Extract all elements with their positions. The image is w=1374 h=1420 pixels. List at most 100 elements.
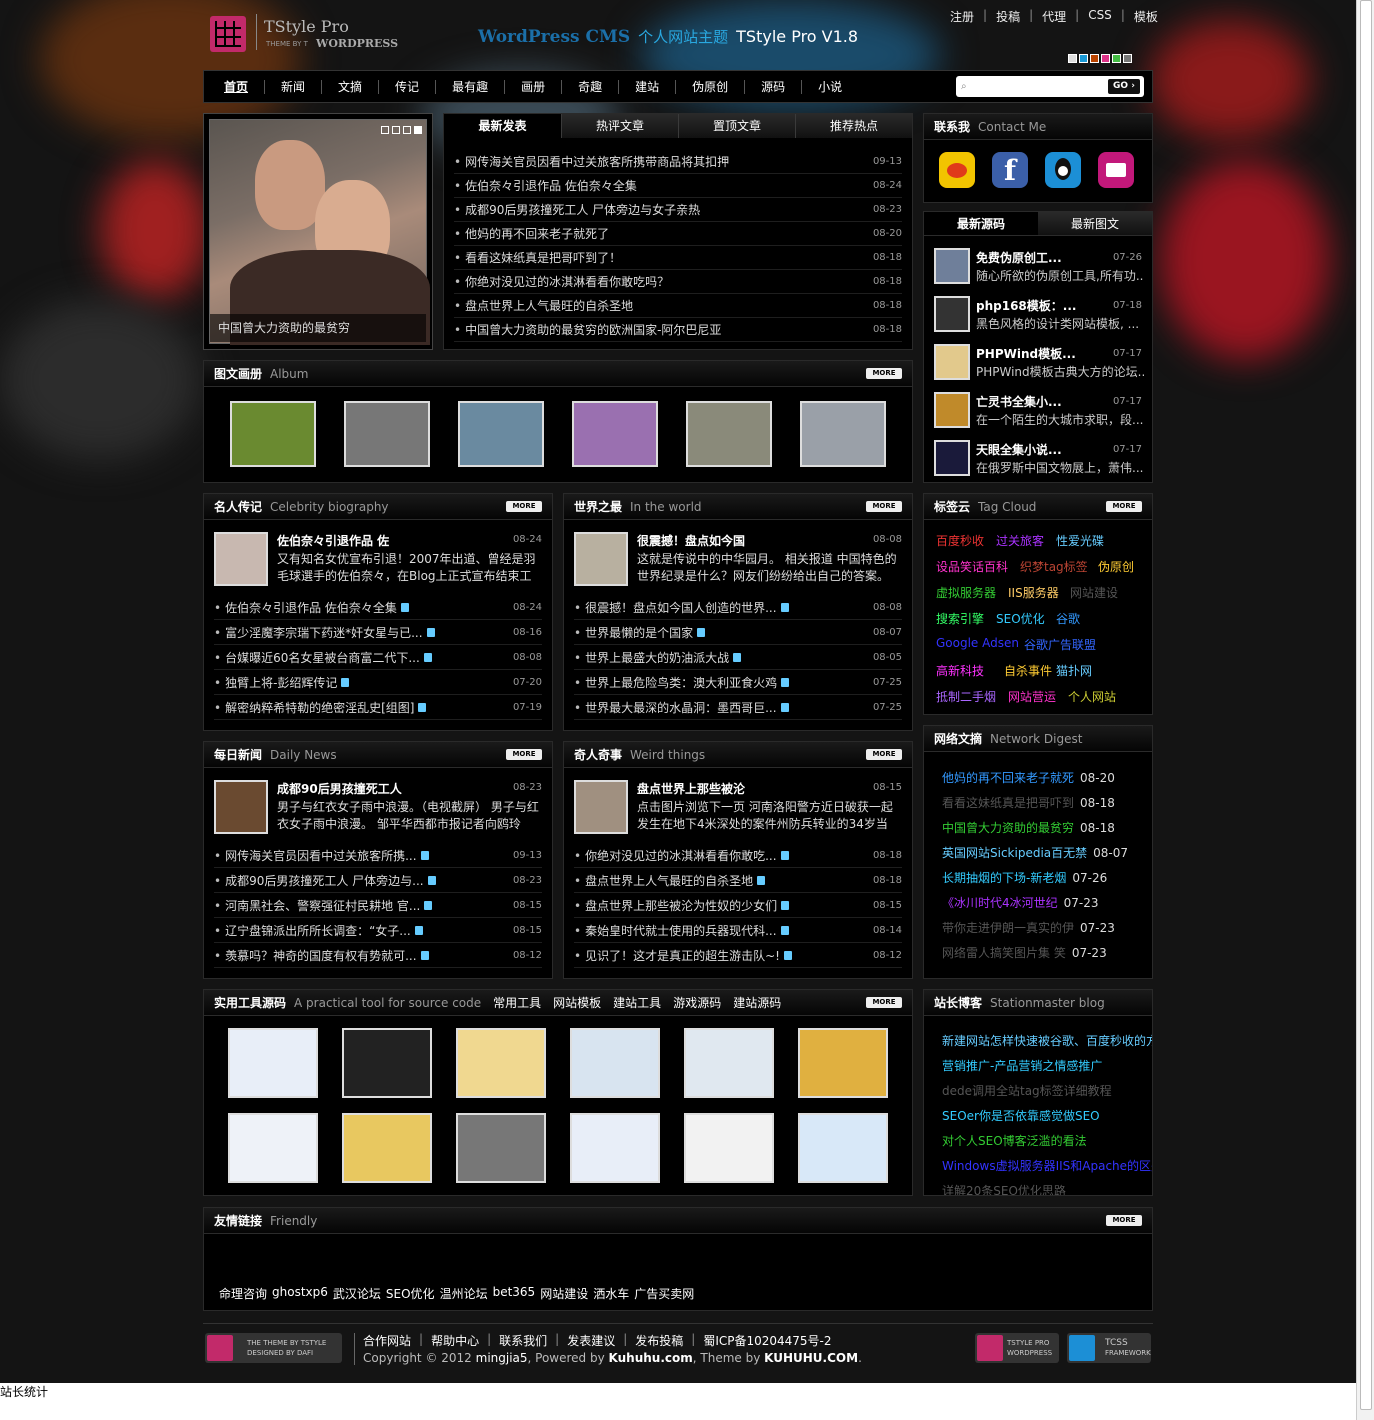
source-title[interactable]: 亡灵书全集小... (976, 393, 1062, 410)
digest-title[interactable]: 中国曾大力资助的最贫穷 (942, 821, 1074, 835)
digest-row[interactable]: 《冰川时代4冰河世纪 07-23 (942, 894, 1099, 911)
tag-link[interactable]: 搜索引擎 (936, 610, 984, 627)
tag-link[interactable]: SEO优化 (996, 610, 1045, 627)
footer-link[interactable]: 蜀ICP备10204475号-2 (703, 1332, 831, 1349)
article-row[interactable]: • 见识了！这才是真正的超生游击队~! 08-12 (574, 944, 902, 968)
digest-row[interactable]: 带你走进伊朗一真实的伊 07-23 (942, 919, 1115, 936)
source-thumb[interactable] (934, 440, 970, 476)
toplink-item[interactable]: 模板 (1134, 8, 1158, 25)
row-title[interactable]: 世界上最盛大的奶油派大战 (585, 649, 729, 666)
tag-link[interactable]: 性爱光碟 (1056, 532, 1104, 549)
footer-link[interactable]: 帮助中心 (431, 1332, 479, 1349)
row-title[interactable]: 佐伯奈々引退作品 佐伯奈々全集 (225, 599, 397, 616)
row-title[interactable]: 秦始皇时代就士使用的兵器现代科... (585, 922, 776, 939)
nav-item[interactable]: 小说 (802, 80, 858, 94)
search-input[interactable] (970, 78, 1101, 95)
friend-link[interactable]: bet365 (493, 1285, 536, 1302)
nav-item[interactable]: 传记 (379, 79, 437, 94)
logo-icon[interactable] (210, 16, 246, 52)
source-tab[interactable]: 最新图文 (1038, 212, 1152, 235)
friend-link[interactable]: 广告买卖网 (634, 1285, 694, 1302)
tag-link[interactable]: IIS服务器 (1008, 584, 1059, 601)
blog-post-link[interactable]: 详解20条SEO优化思路 (942, 1182, 1066, 1195)
footer-link[interactable]: 发表建议 (567, 1332, 615, 1349)
color-swatch[interactable] (1079, 54, 1088, 63)
nav-item[interactable]: 最有趣 (436, 79, 506, 94)
row-title[interactable]: 盘点世界上那些被沦为性奴的少女们 (585, 897, 777, 914)
tag-link[interactable]: 个人网站 (1068, 688, 1116, 705)
feature-title[interactable]: 盘点世界上那些被沦 (637, 780, 745, 797)
row-title[interactable]: 河南黑社会、警察强征村民耕地 官... (225, 897, 420, 914)
mail-icon[interactable] (1098, 152, 1134, 188)
digest-row[interactable]: 中国曾大力资助的最贫穷 08-18 (942, 819, 1115, 836)
tag-link[interactable]: 织梦tag标签 (1020, 558, 1088, 575)
article-row[interactable]: • 世界上最盛大的奶油派大战 08-05 (574, 646, 902, 670)
album-thumb[interactable] (230, 401, 316, 467)
digest-row[interactable]: 英国网站Sickipedia百无禁 08-07 (942, 844, 1128, 861)
digest-row[interactable]: 看看这妹纸真是把哥吓到 08-18 (942, 794, 1115, 811)
tag-link[interactable]: Google Adsen (936, 636, 1019, 650)
tools-category-link[interactable]: 网站模板 (553, 994, 601, 1011)
row-title[interactable]: 解密纳粹希特勒的绝密淫乱史[组图] (225, 699, 414, 716)
row-title[interactable]: 他妈的再不回来老子就死了 (465, 225, 609, 242)
row-title[interactable]: 见识了！这才是真正的超生游击队~! (585, 947, 780, 964)
article-row[interactable]: • 世界上最危险鸟类：澳大利亚食火鸡 07-25 (574, 671, 902, 695)
article-row[interactable]: • 成都90后男孩撞死工人 尸体旁边与... 08-23 (214, 869, 542, 893)
row-title[interactable]: 你绝对没见过的冰淇淋看看你敢吃吗？ (465, 273, 669, 290)
blog-post-link[interactable]: 对个人SEO博客泛滥的看法 (942, 1132, 1087, 1149)
color-swatch[interactable] (1112, 54, 1121, 63)
tool-thumb[interactable] (228, 1113, 318, 1183)
row-title[interactable]: 台媒曝近60名女星被台商富二代下... (225, 649, 420, 666)
friend-link[interactable]: 温州论坛 (440, 1285, 488, 1302)
blog-post-link[interactable]: dede调用全站tag标签详细教程 (942, 1082, 1112, 1099)
latest-tab[interactable]: 热评文章 (561, 114, 678, 138)
row-title[interactable]: 很震撼！盘点如今国人创造的世界... (585, 599, 776, 616)
latest-row[interactable]: • 佐伯奈々引退作品 佐伯奈々全集 08-24 (454, 174, 902, 198)
article-row[interactable]: • 羡慕吗？神奇的国度有权有势就可... 08-12 (214, 944, 542, 968)
feature-title[interactable]: 佐伯奈々引退作品 佐 (277, 532, 389, 549)
source-thumb[interactable] (934, 296, 970, 332)
source-title[interactable]: php168模板：... (976, 297, 1076, 314)
article-row[interactable]: • 你绝对没见过的冰淇淋看看你敢吃... 08-18 (574, 844, 902, 868)
row-title[interactable]: 成都90后男孩撞死工人 尸体旁边与女子亲热 (465, 201, 700, 218)
source-thumb[interactable] (934, 344, 970, 380)
feature-thumb[interactable] (574, 780, 628, 834)
tool-thumb[interactable] (798, 1113, 888, 1183)
nav-item[interactable]: 画册 (505, 79, 563, 94)
slider-dot-active[interactable] (414, 126, 422, 134)
article-row[interactable]: • 台媒曝近60名女星被台商富二代下... 08-08 (214, 646, 542, 670)
featured-slider[interactable]: 中国曾大力资助的最贫穷 (203, 113, 433, 350)
row-title[interactable]: 你绝对没见过的冰淇淋看看你敢吃... (585, 847, 776, 864)
tool-thumb[interactable] (456, 1113, 546, 1183)
feature-title[interactable]: 很震撼！盘点如今国 (637, 532, 745, 549)
nav-item[interactable]: 奇趣 (562, 79, 620, 94)
tools-category-link[interactable]: 常用工具 (493, 994, 541, 1011)
copyright-theme-link[interactable]: KUHUHU.COM (764, 1351, 858, 1365)
latest-row[interactable]: • 中国曾大力资助的最贫穷的欧洲国家-阿尔巴尼亚 08-18 (454, 318, 902, 342)
album-more-button[interactable]: MORE (866, 368, 902, 379)
row-title[interactable]: 网传海关官员因看中过关旅客所携带商品将其扣押 (465, 153, 729, 170)
latest-row[interactable]: • 网传海关官员因看中过关旅客所携带商品将其扣押 09-13 (454, 150, 902, 174)
row-title[interactable]: 独臂上将-彭绍辉传记 (225, 674, 337, 691)
article-row[interactable]: • 盘点世界上人气最旺的自杀圣地 08-18 (574, 869, 902, 893)
tag-link[interactable]: 自杀事件 (1004, 662, 1052, 679)
digest-row[interactable]: 长期抽烟的下场-新老烟 07-26 (942, 869, 1107, 886)
copyright-site[interactable]: mingjia5 (476, 1351, 528, 1365)
color-swatch[interactable] (1090, 54, 1099, 63)
nav-item[interactable]: 文摘 (322, 79, 380, 94)
toplink-item[interactable]: CSS (1088, 8, 1112, 25)
album-thumb[interactable] (686, 401, 772, 467)
tag-link[interactable]: 百度秒收 (936, 532, 984, 549)
nav-item[interactable]: 伪原创 (676, 79, 746, 94)
tool-thumb[interactable] (228, 1028, 318, 1098)
row-title[interactable]: 中国曾大力资助的最贫穷的欧洲国家-阿尔巴尼亚 (465, 321, 721, 338)
blog-post-link[interactable]: SEOer你是否依靠感觉做SEO (942, 1107, 1100, 1124)
article-row[interactable]: • 佐伯奈々引退作品 佐伯奈々全集 08-24 (214, 596, 542, 620)
latest-tab[interactable]: 推荐热点 (795, 114, 912, 138)
tools-more-button[interactable]: MORE (866, 997, 902, 1008)
friend-link[interactable]: 命理咨询 (219, 1285, 267, 1302)
toplink-item[interactable]: 注册 (950, 8, 974, 25)
tcss-badge[interactable]: TCSS FRAMEWORK (1067, 1333, 1151, 1363)
tool-thumb[interactable] (456, 1028, 546, 1098)
album-thumb[interactable] (344, 401, 430, 467)
